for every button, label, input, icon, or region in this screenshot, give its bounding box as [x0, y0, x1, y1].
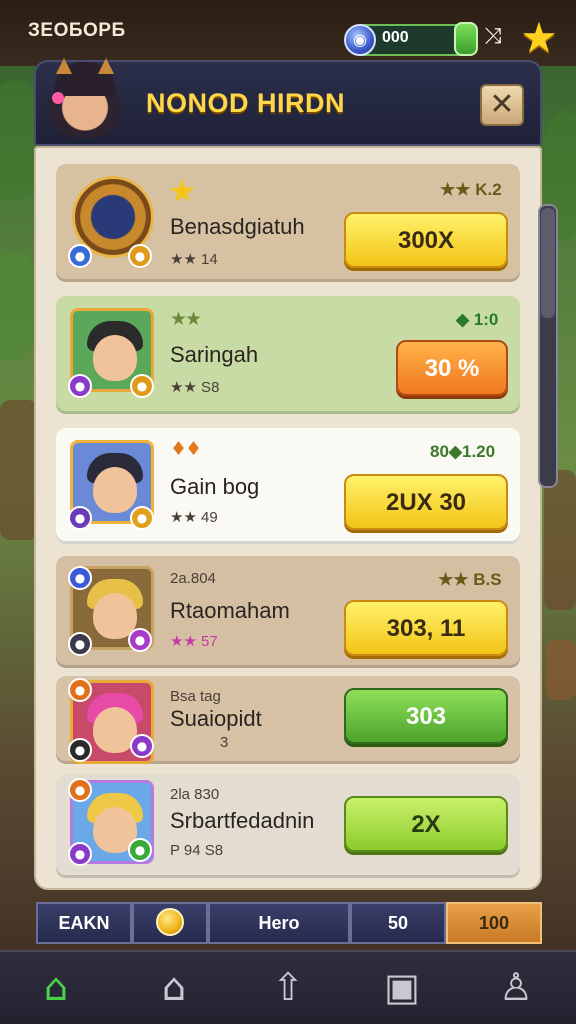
- recruit-button[interactable]: 300X: [344, 212, 508, 268]
- hero-name: Rtaomaham: [170, 598, 290, 623]
- crate-right: [546, 640, 576, 700]
- hero-tab[interactable]: Hero: [208, 902, 350, 944]
- hero-code: 2la 830: [170, 786, 220, 803]
- hero-name: Gain bog: [170, 474, 260, 499]
- recruit-button[interactable]: 303: [344, 688, 508, 744]
- gold-badge-icon: ●: [130, 506, 154, 530]
- purple-badge-icon: ●: [68, 374, 92, 398]
- flower-icon: [52, 92, 64, 104]
- currency-value: 000: [382, 29, 409, 46]
- dark-badge-icon: ●: [68, 738, 92, 762]
- upgrade-icon[interactable]: ⇧: [264, 962, 312, 1012]
- inventory-icon[interactable]: ▣: [378, 962, 426, 1012]
- orange-badge-icon: ●: [68, 778, 92, 802]
- hero-stats: ★★ 57: [170, 633, 218, 650]
- hero-tag-text: Bsa tag: [170, 688, 221, 705]
- gold-badge-icon: ●: [130, 374, 154, 398]
- gold-badge-icon: ●: [128, 244, 152, 268]
- recruit-button[interactable]: 30 %: [396, 340, 508, 396]
- hero-name: Saringah: [170, 342, 259, 367]
- blue-badge-icon: ●: [68, 566, 92, 590]
- purple-badge-icon: ●: [128, 628, 152, 652]
- star-icon[interactable]: ★: [518, 17, 560, 59]
- coin-icon: [156, 908, 184, 936]
- avatar-ear-left: [56, 58, 72, 74]
- close-button[interactable]: ✕: [480, 84, 524, 126]
- stat-label: EAKN: [36, 902, 132, 944]
- hero-code: 2a.804: [170, 570, 216, 587]
- hero-level-tag: ★★ K.2: [440, 180, 502, 199]
- hero-stats: ★★ 14: [170, 251, 218, 268]
- dark-badge-icon: ●: [68, 632, 92, 656]
- add-currency-button[interactable]: [454, 22, 478, 56]
- village-hut-right: [544, 470, 576, 610]
- recruit-button[interactable]: 303, 11: [344, 600, 508, 656]
- orange-badge-icon: ●: [68, 678, 92, 702]
- avatar-ear-right: [98, 58, 114, 74]
- house-icon[interactable]: ⌂: [150, 962, 198, 1012]
- purple-badge-icon: ●: [68, 842, 92, 866]
- gem-icon: ◉: [344, 24, 376, 56]
- village-hut-left: [0, 400, 38, 540]
- hero-stats: 3: [220, 734, 229, 751]
- hero-level-tag: ★★ B.S: [438, 570, 502, 589]
- hero-name: Benasdgiatuh: [170, 214, 305, 239]
- purple-badge-icon: ●: [130, 734, 154, 758]
- hero-name: Srbartfedadnin: [170, 808, 315, 833]
- portrait-face: [93, 335, 137, 381]
- hero-name: Suaiopidt: [170, 706, 262, 731]
- hero-level-tag: 80◆1.20: [430, 442, 496, 461]
- recruit-button[interactable]: 2UX 30: [344, 474, 508, 530]
- hero-stats: ★★ 49: [170, 509, 218, 526]
- rarity-icons: ♦♦: [170, 438, 202, 460]
- profile-icon[interactable]: ♙: [492, 962, 540, 1012]
- purple-badge-icon: ●: [68, 506, 92, 530]
- stat-value: 50: [350, 902, 446, 944]
- rarity-stars: ★★: [170, 308, 202, 330]
- hero-stats: P 94 S8: [170, 842, 224, 859]
- recruit-button[interactable]: 2X: [344, 796, 508, 852]
- green-badge-icon: ●: [68, 244, 92, 268]
- hero-avatar: [48, 58, 122, 138]
- highlight-value[interactable]: 100: [446, 902, 542, 944]
- hero-level-tag: ◆ 1:0: [456, 310, 499, 329]
- scrollbar-thumb[interactable]: [541, 208, 555, 318]
- home-icon[interactable]: ⌂: [32, 962, 80, 1012]
- shuffle-icon[interactable]: ⤨: [484, 24, 502, 49]
- player-name: ЗЕОБОРБ: [28, 20, 126, 41]
- portrait-face: [93, 467, 137, 513]
- panel-title: NONOD HIRDN: [146, 88, 345, 118]
- hero-stats: ★★ S8: [170, 379, 220, 396]
- green-badge-icon: ●: [128, 838, 152, 862]
- rarity-stars: ★: [168, 172, 197, 210]
